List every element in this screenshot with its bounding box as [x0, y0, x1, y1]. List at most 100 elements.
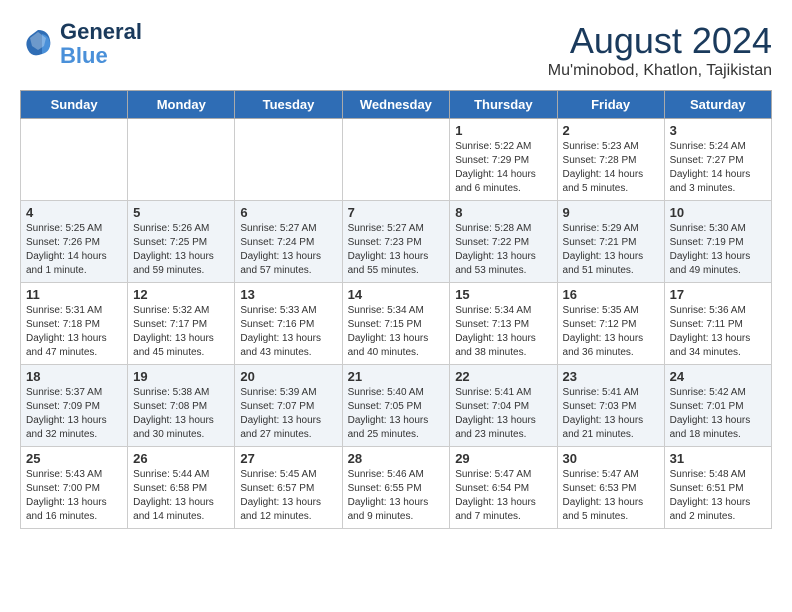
day-number: 1 — [455, 123, 551, 138]
day-cell: 8 Sunrise: 5:28 AM Sunset: 7:22 PM Daylig… — [450, 201, 557, 283]
day-number: 14 — [348, 287, 445, 302]
day-cell: 12Sunrise: 5:32 AM Sunset: 7:17 PM Dayli… — [128, 283, 235, 365]
day-info: Sunrise: 5:34 AM Sunset: 7:13 PM Dayligh… — [455, 304, 551, 360]
day-info: Sunrise: 5:35 AM Sunset: 7:12 PM Dayligh… — [563, 304, 659, 360]
day-cell: 10Sunrise: 5:30 AM Sunset: 7:19 PM Dayli… — [664, 201, 771, 283]
day-info: Sunrise: 5:29 AM Sunset: 7:21 PM Dayligh… — [563, 222, 659, 278]
day-number: 15 — [455, 287, 551, 302]
day-info: Sunrise: 5:42 AM Sunset: 7:01 PM Dayligh… — [670, 386, 766, 442]
week-row-5: 25Sunrise: 5:43 AM Sunset: 7:00 PM Dayli… — [21, 447, 772, 529]
week-row-3: 11 Sunrise: 5:31 AM Sunset: 7:18 PM Dayli… — [21, 283, 772, 365]
day-number: 24 — [670, 369, 766, 384]
day-info: Sunrise: 5:48 AM Sunset: 6:51 PM Dayligh… — [670, 468, 766, 524]
day-info: Sunrise: 5:45 AM Sunset: 6:57 PM Dayligh… — [240, 468, 336, 524]
day-cell — [128, 119, 235, 201]
week-row-4: 18 Sunrise: 5:37 AM Sunset: 7:09 PM Dayli… — [21, 365, 772, 447]
day-info: Sunrise: 5:37 AM Sunset: 7:09 PM Dayligh… — [26, 386, 122, 442]
day-info: Sunrise: 5:47 AM Sunset: 6:53 PM Dayligh… — [563, 468, 659, 524]
day-info: Sunrise: 5:40 AM Sunset: 7:05 PM Dayligh… — [348, 386, 445, 442]
day-number: 13 — [240, 287, 336, 302]
day-info: Sunrise: 5:30 AM Sunset: 7:19 PM Dayligh… — [670, 222, 766, 278]
day-cell: 9 Sunrise: 5:29 AM Sunset: 7:21 PM Daylig… — [557, 201, 664, 283]
day-cell: 20 Sunrise: 5:39 AM Sunset: 7:07 PM Dayli… — [235, 365, 342, 447]
day-cell: 6Sunrise: 5:27 AM Sunset: 7:24 PM Daylig… — [235, 201, 342, 283]
day-cell: 14 Sunrise: 5:34 AM Sunset: 7:15 PM Dayli… — [342, 283, 450, 365]
day-cell — [21, 119, 128, 201]
title-area: August 2024 Mu'minobod, Khatlon, Tajikis… — [548, 20, 772, 80]
day-number: 20 — [240, 369, 336, 384]
subtitle: Mu'minobod, Khatlon, Tajikistan — [548, 62, 772, 80]
day-number: 27 — [240, 451, 336, 466]
logo-text: General Blue — [60, 20, 142, 68]
header-cell-sunday: Sunday — [21, 91, 128, 119]
header-row: SundayMondayTuesdayWednesdayThursdayFrid… — [21, 91, 772, 119]
day-number: 2 — [563, 123, 659, 138]
day-info: Sunrise: 5:38 AM Sunset: 7:08 PM Dayligh… — [133, 386, 229, 442]
week-row-2: 4Sunrise: 5:25 AM Sunset: 7:26 PM Daylig… — [21, 201, 772, 283]
day-cell: 22Sunrise: 5:41 AM Sunset: 7:04 PM Dayli… — [450, 365, 557, 447]
header: General Blue August 2024 Mu'minobod, Kha… — [20, 20, 772, 80]
day-info: Sunrise: 5:39 AM Sunset: 7:07 PM Dayligh… — [240, 386, 336, 442]
day-cell: 25Sunrise: 5:43 AM Sunset: 7:00 PM Dayli… — [21, 447, 128, 529]
day-number: 19 — [133, 369, 229, 384]
week-row-1: 1 Sunrise: 5:22 AM Sunset: 7:29 PM Daylig… — [21, 119, 772, 201]
day-info: Sunrise: 5:41 AM Sunset: 7:04 PM Dayligh… — [455, 386, 551, 442]
day-number: 25 — [26, 451, 122, 466]
day-number: 31 — [670, 451, 766, 466]
day-info: Sunrise: 5:33 AM Sunset: 7:16 PM Dayligh… — [240, 304, 336, 360]
day-info: Sunrise: 5:34 AM Sunset: 7:15 PM Dayligh… — [348, 304, 445, 360]
day-cell: 21 Sunrise: 5:40 AM Sunset: 7:05 PM Dayli… — [342, 365, 450, 447]
day-number: 16 — [563, 287, 659, 302]
day-cell — [342, 119, 450, 201]
day-info: Sunrise: 5:31 AM Sunset: 7:18 PM Dayligh… — [26, 304, 122, 360]
day-number: 26 — [133, 451, 229, 466]
day-info: Sunrise: 5:44 AM Sunset: 6:58 PM Dayligh… — [133, 468, 229, 524]
day-number: 5 — [133, 205, 229, 220]
day-cell: 27 Sunrise: 5:45 AM Sunset: 6:57 PM Dayli… — [235, 447, 342, 529]
day-number: 23 — [563, 369, 659, 384]
day-info: Sunrise: 5:28 AM Sunset: 7:22 PM Dayligh… — [455, 222, 551, 278]
day-info: Sunrise: 5:27 AM Sunset: 7:23 PM Dayligh… — [348, 222, 445, 278]
day-info: Sunrise: 5:26 AM Sunset: 7:25 PM Dayligh… — [133, 222, 229, 278]
day-number: 12 — [133, 287, 229, 302]
day-number: 30 — [563, 451, 659, 466]
day-cell: 29Sunrise: 5:47 AM Sunset: 6:54 PM Dayli… — [450, 447, 557, 529]
header-cell-wednesday: Wednesday — [342, 91, 450, 119]
day-cell: 28 Sunrise: 5:46 AM Sunset: 6:55 PM Dayli… — [342, 447, 450, 529]
header-cell-friday: Friday — [557, 91, 664, 119]
day-number: 28 — [348, 451, 445, 466]
day-cell: 13 Sunrise: 5:33 AM Sunset: 7:16 PM Dayli… — [235, 283, 342, 365]
day-cell: 23Sunrise: 5:41 AM Sunset: 7:03 PM Dayli… — [557, 365, 664, 447]
day-number: 18 — [26, 369, 122, 384]
header-cell-saturday: Saturday — [664, 91, 771, 119]
day-number: 21 — [348, 369, 445, 384]
logo-icon — [20, 26, 56, 62]
day-cell: 31 Sunrise: 5:48 AM Sunset: 6:51 PM Dayli… — [664, 447, 771, 529]
day-cell: 1 Sunrise: 5:22 AM Sunset: 7:29 PM Daylig… — [450, 119, 557, 201]
day-number: 9 — [563, 205, 659, 220]
day-cell: 15 Sunrise: 5:34 AM Sunset: 7:13 PM Dayli… — [450, 283, 557, 365]
day-number: 11 — [26, 287, 122, 302]
day-cell: 18 Sunrise: 5:37 AM Sunset: 7:09 PM Dayli… — [21, 365, 128, 447]
day-cell: 17 Sunrise: 5:36 AM Sunset: 7:11 PM Dayli… — [664, 283, 771, 365]
day-info: Sunrise: 5:27 AM Sunset: 7:24 PM Dayligh… — [240, 222, 336, 278]
header-cell-monday: Monday — [128, 91, 235, 119]
header-cell-thursday: Thursday — [450, 91, 557, 119]
day-cell: 7Sunrise: 5:27 AM Sunset: 7:23 PM Daylig… — [342, 201, 450, 283]
day-number: 17 — [670, 287, 766, 302]
day-info: Sunrise: 5:46 AM Sunset: 6:55 PM Dayligh… — [348, 468, 445, 524]
day-info: Sunrise: 5:25 AM Sunset: 7:26 PM Dayligh… — [26, 222, 122, 278]
day-cell: 19 Sunrise: 5:38 AM Sunset: 7:08 PM Dayli… — [128, 365, 235, 447]
day-cell: 16 Sunrise: 5:35 AM Sunset: 7:12 PM Dayli… — [557, 283, 664, 365]
day-cell: 24 Sunrise: 5:42 AM Sunset: 7:01 PM Dayli… — [664, 365, 771, 447]
day-info: Sunrise: 5:23 AM Sunset: 7:28 PM Dayligh… — [563, 140, 659, 196]
main-title: August 2024 — [548, 20, 772, 62]
day-number: 8 — [455, 205, 551, 220]
day-number: 29 — [455, 451, 551, 466]
day-cell: 2 Sunrise: 5:23 AM Sunset: 7:28 PM Daylig… — [557, 119, 664, 201]
header-cell-tuesday: Tuesday — [235, 91, 342, 119]
day-cell: 4Sunrise: 5:25 AM Sunset: 7:26 PM Daylig… — [21, 201, 128, 283]
day-info: Sunrise: 5:36 AM Sunset: 7:11 PM Dayligh… — [670, 304, 766, 360]
day-cell: 26 Sunrise: 5:44 AM Sunset: 6:58 PM Dayli… — [128, 447, 235, 529]
day-info: Sunrise: 5:22 AM Sunset: 7:29 PM Dayligh… — [455, 140, 551, 196]
